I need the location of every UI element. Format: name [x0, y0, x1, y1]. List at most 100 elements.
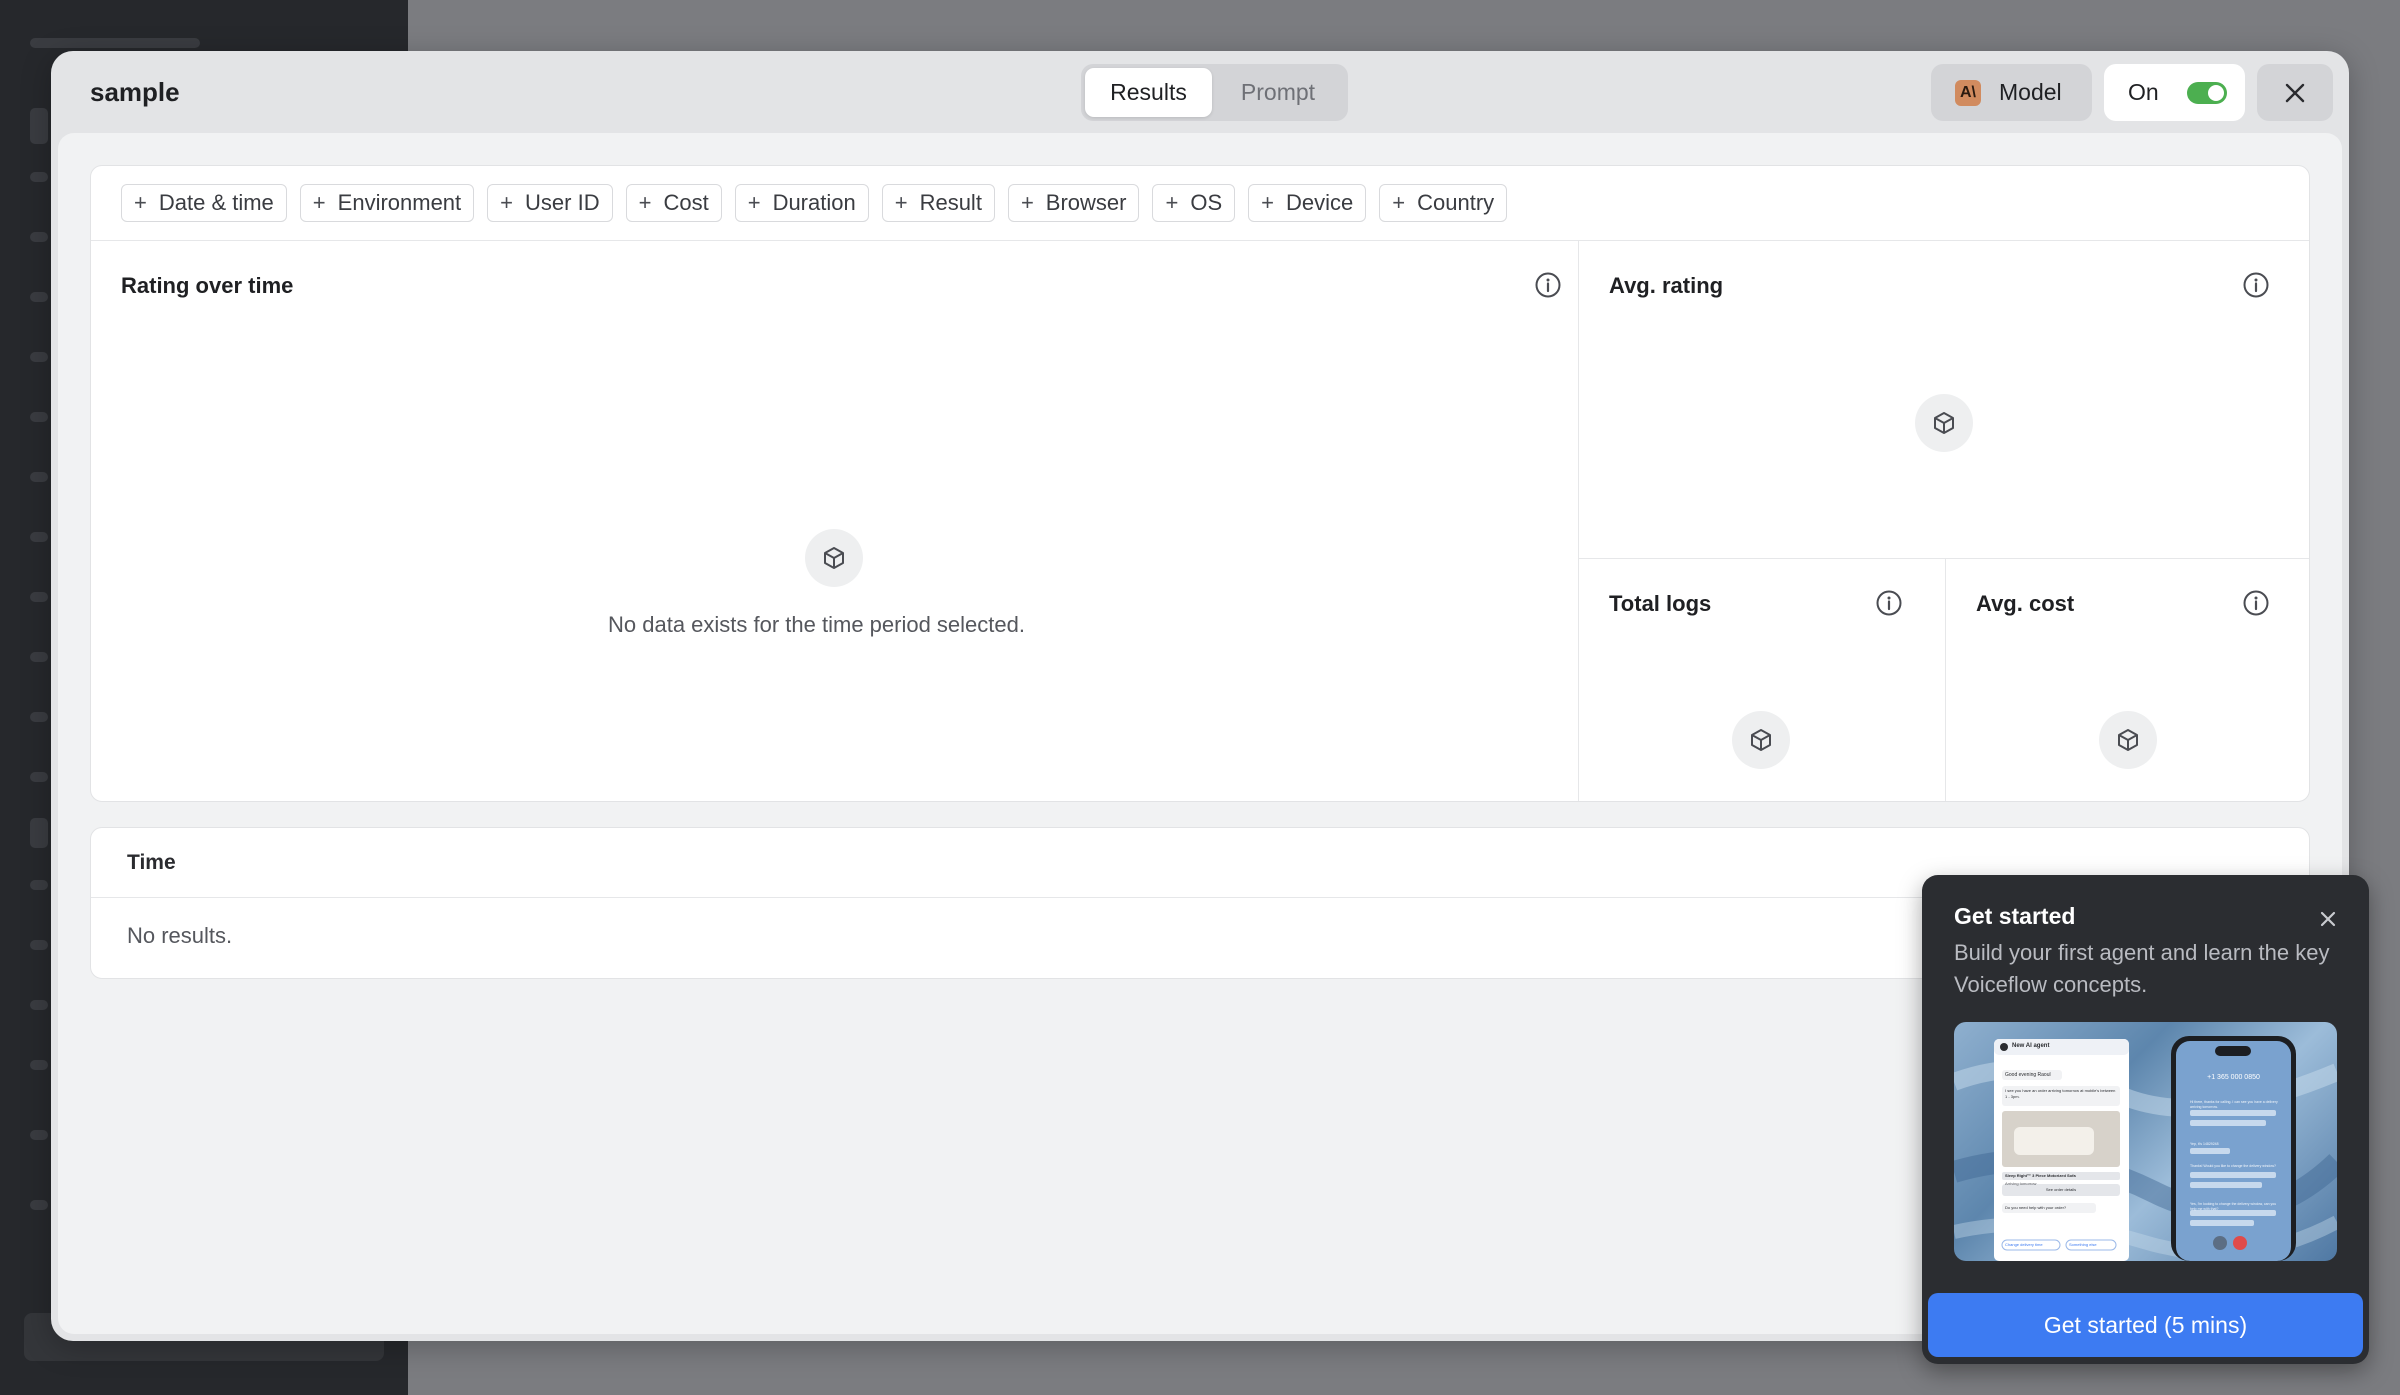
info-icon[interactable] — [1534, 271, 1562, 299]
rating-over-time-panel: Rating over time No data exists for the … — [91, 241, 1579, 801]
empty-state-text: No data exists for the time period selec… — [608, 612, 1025, 637]
preview-phone-text-3: Thanks! Would you like to change the del… — [2190, 1164, 2276, 1168]
empty-state-icon — [1732, 711, 1790, 769]
background-line — [30, 352, 48, 362]
close-icon — [2285, 83, 2305, 102]
modal-title: sample — [90, 77, 180, 107]
background-line — [30, 532, 48, 542]
popover-description: Build your first agent and learn the key… — [1954, 940, 2330, 997]
panel-title: Avg. rating — [1609, 273, 1724, 298]
filter-label: Environment — [337, 190, 462, 215]
filter-label: OS — [1190, 190, 1223, 215]
plus-icon: + — [134, 190, 147, 215]
background-line — [30, 940, 48, 950]
filter-duration[interactable]: + Duration — [734, 184, 869, 222]
background-line — [30, 592, 48, 602]
background-line — [30, 1130, 48, 1140]
cube-icon — [824, 547, 844, 569]
preview-image: New AI agent Good evening Raoul I see yo… — [1954, 1022, 2337, 1261]
filter-user-id[interactable]: + User ID — [487, 184, 613, 222]
plus-icon: + — [1020, 190, 1034, 215]
modal-header: sample Results Prompt A\ Model On — [51, 51, 2349, 133]
plus-icon: + — [894, 190, 908, 215]
plus-icon: + — [638, 190, 652, 215]
info-icon[interactable] — [1875, 589, 1903, 617]
model-button[interactable]: A\ Model — [1931, 64, 2092, 121]
info-icon[interactable] — [2242, 589, 2270, 617]
preview-phone-text-2: Yep, it's 14829248 — [2190, 1142, 2219, 1146]
filter-country[interactable]: + Country — [1379, 184, 1508, 222]
background-line — [30, 38, 200, 48]
background-line — [30, 1200, 48, 1210]
enable-toggle-button[interactable]: On — [2104, 64, 2245, 121]
info-icon[interactable] — [2242, 271, 2270, 299]
preview-greeting: Good evening Raoul — [2005, 1072, 2051, 1078]
empty-state-icon — [805, 529, 863, 587]
tab-prompt[interactable]: Prompt — [1212, 68, 1344, 117]
empty-state-icon — [1915, 394, 1973, 452]
background-line — [30, 232, 48, 242]
model-button-label: Model — [1999, 79, 2062, 105]
background-line — [30, 472, 48, 482]
filter-label: Device — [1286, 190, 1354, 215]
panel-title: Avg. cost — [1976, 591, 2075, 616]
filter-label: Date & time — [158, 190, 274, 215]
view-tabs: Results Prompt — [1081, 64, 1348, 121]
filter-result[interactable]: + Result — [881, 184, 995, 222]
get-started-popover: Get started Build your first agent and l… — [1922, 875, 2369, 1364]
filter-device[interactable]: + Device — [1248, 184, 1367, 222]
close-icon[interactable] — [2314, 905, 2342, 933]
background-line — [30, 1060, 48, 1070]
preview-chip-1: Change delivery time — [2005, 1242, 2043, 1247]
preview-arriving: Arriving tomorrow — [2005, 1181, 2037, 1186]
filter-os[interactable]: + OS — [1152, 184, 1236, 222]
background-line — [30, 412, 48, 422]
background-line — [30, 292, 48, 302]
toggle-label: On — [2128, 79, 2159, 105]
background-line — [30, 880, 48, 890]
panel-title: Total logs — [1609, 591, 1712, 616]
filter-date-time[interactable]: + Date & time — [121, 184, 287, 222]
tab-results[interactable]: Results — [1085, 68, 1212, 117]
plus-icon: + — [1261, 190, 1274, 215]
preview-phone-text-4: Yes, I'm looking to change the delivery … — [2190, 1202, 2277, 1211]
get-started-button[interactable]: Get started (5 mins) — [1928, 1293, 2363, 1357]
panel-title: Rating over time — [121, 273, 294, 298]
filter-label: User ID — [525, 190, 600, 215]
toggle-knob — [2207, 84, 2224, 101]
filter-label: Cost — [663, 190, 709, 215]
filter-cost[interactable]: + Cost — [625, 184, 722, 222]
avg-cost-panel: Avg. cost — [1946, 559, 2309, 801]
filter-browser[interactable]: + Browser — [1007, 184, 1140, 222]
background-line — [30, 652, 48, 662]
filter-environment[interactable]: + Environment — [299, 184, 475, 222]
plus-icon: + — [1392, 190, 1406, 215]
plus-icon: + — [747, 190, 761, 215]
filter-label: Country — [1417, 190, 1495, 215]
popover-title: Get started — [1954, 903, 2076, 929]
plus-icon: + — [1165, 190, 1179, 215]
preview-chat-header: New AI agent — [2012, 1043, 2050, 1049]
preview-details-button: See order details — [2045, 1187, 2077, 1192]
total-logs-panel: Total logs — [1579, 559, 1946, 801]
close-modal-button[interactable] — [2257, 64, 2333, 121]
filter-bar: + Date & time + Environment + User ID + Cost… — [91, 166, 2309, 241]
preview-chip-2: Something else — [2069, 1242, 2097, 1247]
analytics-card: + Date & time + Environment + User ID + Cost… — [90, 165, 2310, 802]
background-line — [30, 108, 48, 144]
plus-icon: + — [312, 190, 326, 215]
background-line — [30, 712, 48, 722]
anthropic-icon: A\ — [1955, 79, 1981, 106]
filter-label: Result — [919, 190, 982, 215]
background-line — [30, 1000, 48, 1010]
plus-icon: + — [500, 190, 514, 215]
empty-state-icon — [2099, 711, 2157, 769]
filter-label: Duration — [772, 190, 856, 215]
background-line — [30, 818, 48, 848]
preview-product: Sleep Right™ 3 Piece Motorized Sofa — [2005, 1173, 2076, 1178]
background-line — [30, 172, 48, 182]
cube-icon — [1751, 729, 1771, 751]
preview-phone-number: +1 365 000 0850 — [2207, 1074, 2260, 1081]
toggle-switch[interactable] — [2186, 81, 2227, 104]
avg-rating-panel: Avg. rating — [1579, 241, 2309, 559]
